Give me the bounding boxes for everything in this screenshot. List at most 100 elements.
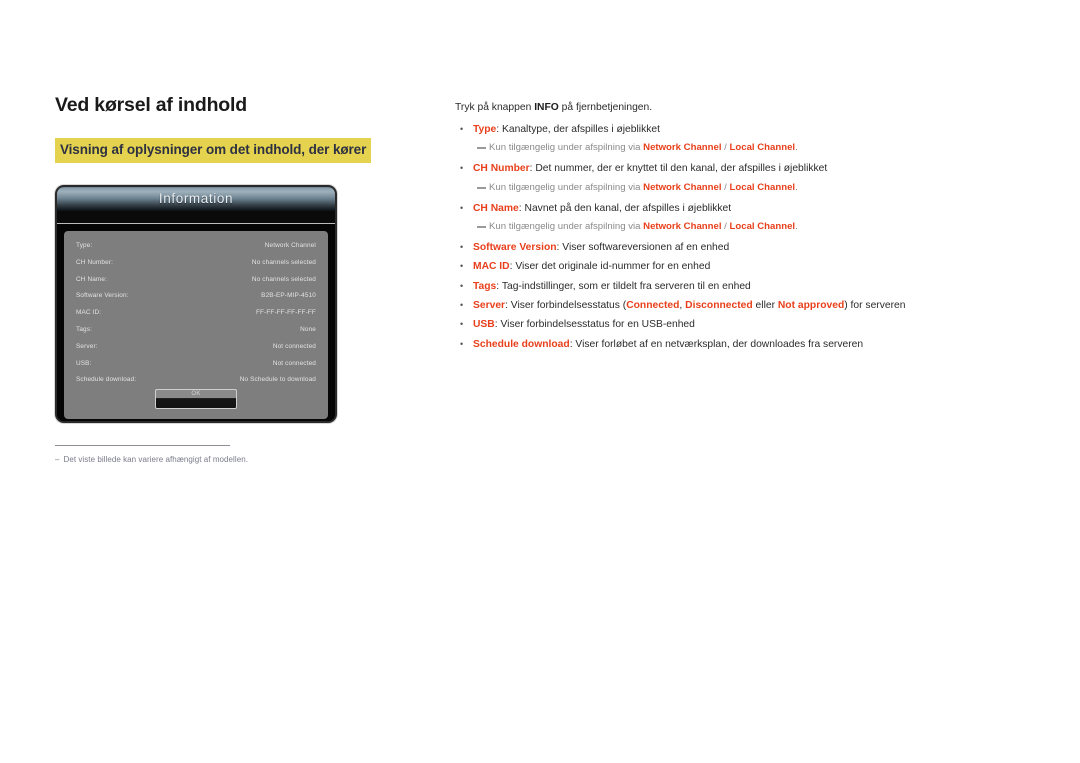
server-desc-part4: ) for serveren — [844, 300, 906, 312]
subnote-keyword-local-channel: Local Channel — [729, 220, 796, 232]
info-row: MAC ID: FF-FF-FF-FF-FF-FF — [76, 309, 316, 317]
bullet-desc: : Tag-indstillinger, som er tildelt fra … — [496, 280, 751, 292]
dialog-body: Type: Network Channel CH Number: No chan… — [57, 223, 335, 421]
info-row-value: None — [300, 325, 316, 333]
info-row: USB: Not connected — [76, 359, 316, 367]
info-row: Server: Not connected — [76, 342, 316, 350]
info-row-label: Software Version: — [76, 292, 129, 300]
server-desc-part1: : Viser forbindelsesstatus ( — [505, 300, 627, 312]
bullet-item-ch-name: • CH Name: Navnet på den kanal, der afsp… — [455, 202, 1020, 216]
subnote-keyword-network-channel: Network Channel — [643, 220, 722, 232]
instructions-column: Tryk på knappen INFO på fjernbetjeningen… — [455, 101, 1020, 357]
info-row-value: No channels selected — [251, 258, 316, 266]
subnote-text: Kun tilgængelig under afspilning via Net… — [489, 142, 1020, 155]
bullet-desc: : Viser det originale id-nummer for en e… — [509, 261, 711, 273]
info-row: Type: Network Channel — [76, 241, 316, 249]
subnote-text: Kun tilgængelig under afspilning via Net… — [489, 182, 1020, 195]
bullet-term: Server — [473, 300, 506, 312]
dialog-title-label: Information — [158, 191, 234, 207]
bullet-marker: • — [460, 319, 464, 330]
server-desc-part3: eller — [752, 300, 778, 312]
subnote-before: Kun tilgængelig under afspilning via — [489, 181, 644, 193]
bullet-marker: • — [460, 163, 464, 174]
page-title: Ved kørsel af indhold — [55, 94, 247, 116]
subnote-after: . — [795, 142, 798, 154]
bullet-item-tags: • Tags: Tag-indstillinger, som er tildel… — [455, 280, 1020, 294]
subnote-separator: / — [721, 220, 730, 232]
status-not-approved: Not approved — [777, 300, 845, 312]
bullet-term: USB — [473, 319, 495, 331]
subnote-before: Kun tilgængelig under afspilning via — [489, 220, 644, 232]
intro-line: Tryk på knappen INFO på fjernbetjeningen… — [455, 101, 1020, 115]
subnote-separator: / — [721, 142, 730, 154]
subnote-after: . — [795, 181, 798, 193]
info-row-value: B2B-EP-MIP-4510 — [261, 292, 316, 300]
bullet-marker: • — [460, 123, 464, 134]
bullet-text: Tags: Tag-indstillinger, som er tildelt … — [473, 280, 1020, 294]
bullet-marker: • — [460, 202, 464, 213]
bullet-marker: • — [460, 280, 464, 291]
footnote-dash: – — [55, 454, 60, 464]
subnote-keyword-network-channel: Network Channel — [643, 181, 722, 193]
bullet-text: CH Name: Navnet på den kanal, der afspil… — [473, 202, 1020, 216]
info-row: CH Name: No channels selected — [76, 275, 316, 283]
subnote-before: Kun tilgængelig under afspilning via — [489, 142, 644, 154]
info-row-label: Type: — [76, 241, 93, 249]
info-row-value: No channels selected — [251, 275, 316, 283]
bullet-desc: : Viser forløbet af en netværksplan, der… — [569, 338, 864, 350]
bullet-text: MAC ID: Viser det originale id-nummer fo… — [473, 260, 1020, 274]
intro-after: på fjernbetjeningen. — [558, 102, 653, 113]
bullet-marker: • — [460, 241, 464, 252]
info-row-label: Server: — [76, 342, 98, 350]
subnote-after: . — [795, 220, 798, 232]
info-row-value: Not connected — [272, 342, 316, 350]
bullet-desc: : Viser softwareversionen af en enhed — [556, 241, 730, 253]
bullet-term: Software Version — [473, 241, 557, 253]
info-key-label: INFO — [534, 102, 559, 113]
subnote-dash-icon — [477, 147, 486, 150]
bullet-text: Schedule download: Viser forløbet af en … — [473, 338, 1020, 352]
bullet-text: Type: Kanaltype, der afspilles i øjeblik… — [473, 123, 1020, 137]
dialog-titlebar: Information — [57, 186, 335, 211]
bullet-desc: : Viser forbindelsesstatus for en USB-en… — [494, 319, 695, 331]
bullet-text: CH Number: Det nummer, der er knyttet ti… — [473, 162, 1020, 176]
bullet-desc: : Navnet på den kanal, der afspilles i ø… — [518, 202, 732, 214]
info-row-value: FF-FF-FF-FF-FF-FF — [255, 309, 316, 317]
info-row-value: Network Channel — [264, 241, 316, 249]
info-row-label: MAC ID: — [76, 309, 102, 317]
bullet-text: USB: Viser forbindelsesstatus for en USB… — [473, 318, 1020, 332]
subnote-separator: / — [721, 181, 730, 193]
bullet-desc: : Det nummer, der er knyttet til den kan… — [529, 163, 828, 175]
info-row: Software Version: B2B-EP-MIP-4510 — [76, 292, 316, 300]
bullet-marker: • — [460, 261, 464, 272]
bullet-text: Server: Viser forbindelsesstatus (Connec… — [473, 299, 1020, 313]
subnote-keyword-local-channel: Local Channel — [729, 142, 796, 154]
info-row-label: Schedule download: — [76, 376, 137, 384]
ok-button[interactable]: OK — [155, 388, 237, 409]
bullet-item-ch-number: • CH Number: Det nummer, der er knyttet … — [455, 162, 1020, 176]
info-row-label: USB: — [76, 359, 92, 367]
subnote-ch-name: Kun tilgængelig under afspilning via Net… — [455, 221, 1020, 234]
info-row: Tags: None — [76, 325, 316, 333]
bullet-item-schedule-download: • Schedule download: Viser forløbet af e… — [455, 338, 1020, 352]
subnote-type: Kun tilgængelig under afspilning via Net… — [455, 142, 1020, 155]
info-row-label: Tags: — [76, 325, 93, 333]
bullet-marker: • — [460, 300, 464, 311]
footnote-text: Det viste billede kan variere afhængigt … — [63, 454, 248, 464]
footnote-item: – Det viste billede kan variere afhængig… — [55, 455, 405, 465]
dialog-title-underband — [57, 210, 335, 224]
bullet-term: MAC ID — [473, 261, 510, 273]
bullet-item-usb: • USB: Viser forbindelsesstatus for en U… — [455, 318, 1020, 332]
bullet-term: Tags — [473, 280, 497, 292]
bullet-text: Software Version: Viser softwareversione… — [473, 241, 1020, 255]
subnote-keyword-local-channel: Local Channel — [729, 181, 796, 193]
info-row-value: No Schedule to download — [239, 376, 316, 384]
bullet-term: CH Number — [473, 163, 530, 175]
subnote-ch-number: Kun tilgængelig under afspilning via Net… — [455, 182, 1020, 195]
bullet-item-software-version: • Software Version: Viser softwareversio… — [455, 241, 1020, 255]
bullet-term: CH Name — [473, 202, 519, 214]
bullet-item-server: • Server: Viser forbindelsesstatus (Conn… — [455, 299, 1020, 313]
bullet-item-mac-id: • MAC ID: Viser det originale id-nummer … — [455, 260, 1020, 274]
information-dialog: Information Type: Network Channel CH Num… — [55, 184, 337, 423]
footnote: – Det viste billede kan variere afhængig… — [55, 444, 405, 465]
